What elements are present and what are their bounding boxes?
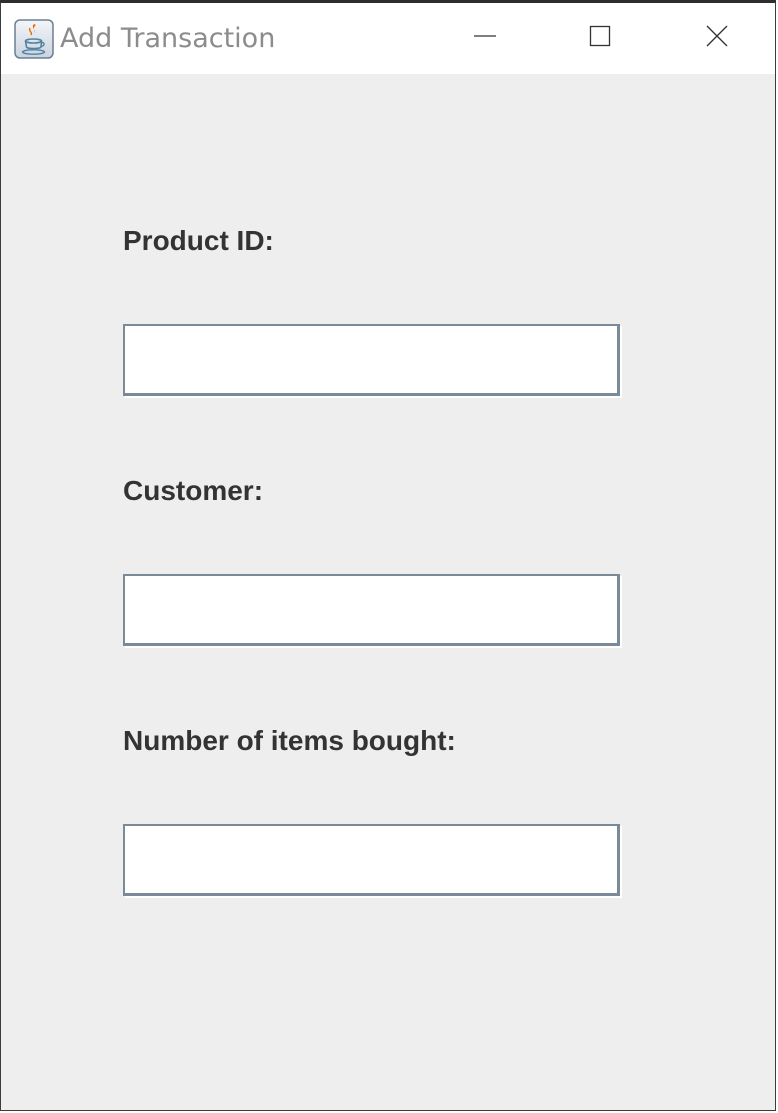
product-id-label: Product ID:: [123, 225, 274, 256]
window-title: Add Transaction: [60, 23, 276, 54]
customer-label: Customer:: [123, 475, 264, 506]
minimize-icon: [473, 24, 497, 53]
product-id-input[interactable]: [123, 324, 620, 396]
items-bought-input[interactable]: [123, 824, 620, 896]
title-bar[interactable]: Add Transaction: [1, 3, 775, 74]
close-button[interactable]: [667, 3, 767, 74]
minimize-button[interactable]: [435, 3, 535, 74]
close-icon: [705, 24, 729, 53]
maximize-icon: [588, 24, 612, 53]
add-transaction-window: Add Transaction Product ID: Customer: Nu…: [0, 0, 776, 1111]
java-icon: [14, 19, 54, 59]
form-panel: Product ID: Customer: Number of items bo…: [1, 74, 775, 1110]
items-bought-label: Number of items bought:: [123, 725, 456, 756]
customer-input[interactable]: [123, 574, 620, 646]
maximize-button[interactable]: [550, 3, 650, 74]
